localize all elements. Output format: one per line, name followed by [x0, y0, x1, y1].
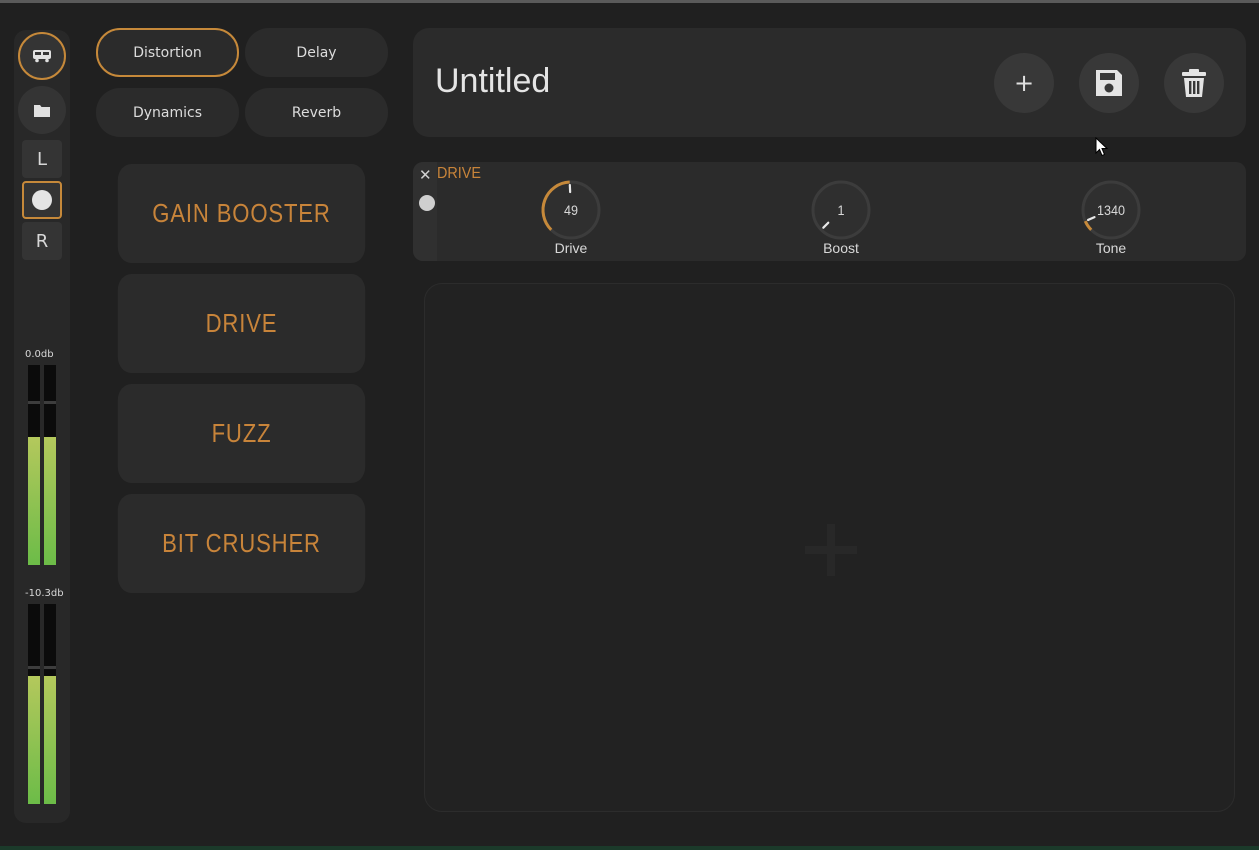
drive-label: Drive	[554, 240, 588, 256]
input-meter-left	[28, 365, 40, 565]
effect-drive[interactable]: DRIVE	[117, 274, 366, 373]
module-title: DRIVE	[437, 165, 482, 182]
tone-knob[interactable]: 1340 Tone	[1079, 178, 1143, 256]
mouse-cursor-icon	[1095, 137, 1109, 157]
boost-knob[interactable]: 1 Boost	[809, 178, 873, 256]
effect-fuzz[interactable]: FUZZ	[117, 384, 366, 483]
effect-bit-crusher[interactable]: BIT CRUSHER	[117, 494, 366, 593]
tone-label: Tone	[1095, 240, 1127, 256]
input-meter-label: 0.0db	[25, 349, 54, 360]
preset-title[interactable]: Untitled	[435, 62, 550, 101]
add-effect-plus-icon	[805, 524, 857, 576]
close-icon[interactable]: ✕	[419, 166, 432, 184]
bus-button[interactable]	[18, 32, 66, 80]
stereo-link-button[interactable]	[22, 181, 62, 219]
folder-button[interactable]	[18, 86, 66, 134]
stereo-dot-icon	[32, 190, 52, 210]
drive-knob[interactable]: 49 Drive	[539, 178, 603, 256]
window-bottom-border	[0, 846, 1259, 850]
folder-icon	[34, 104, 50, 117]
left-channel-button[interactable]: L	[22, 140, 62, 178]
window-top-border	[0, 0, 1259, 3]
right-channel-button[interactable]: R	[22, 222, 62, 260]
output-meter-right	[44, 604, 56, 804]
category-reverb[interactable]: Reverb	[245, 88, 388, 137]
category-delay[interactable]: Delay	[245, 28, 388, 77]
tone-value: 1340	[1096, 202, 1126, 218]
output-meter-label: -10.3db	[25, 588, 64, 599]
effect-gain-booster[interactable]: GAIN BOOSTER	[117, 164, 366, 263]
drive-value: 49	[563, 202, 579, 218]
module-bypass-toggle[interactable]	[419, 195, 435, 211]
save-icon	[1096, 70, 1122, 96]
output-meter-left	[28, 604, 40, 804]
io-rail: L R 0.0db -10.3db	[14, 30, 70, 823]
plus-icon: +	[1013, 69, 1035, 97]
input-meter-right	[44, 365, 56, 565]
bus-icon	[33, 50, 51, 63]
delete-button[interactable]	[1164, 53, 1224, 113]
save-button[interactable]	[1079, 53, 1139, 113]
category-distortion[interactable]: Distortion	[96, 28, 239, 77]
drive-module: ✕ DRIVE 49 Drive 1 Boost 1340 Tone	[413, 162, 1246, 261]
boost-value: 1	[837, 202, 845, 218]
boost-label: Boost	[823, 240, 859, 256]
category-dynamics[interactable]: Dynamics	[96, 88, 239, 137]
preset-header: Untitled +	[413, 28, 1246, 137]
trash-icon	[1182, 69, 1206, 97]
add-button[interactable]: +	[994, 53, 1054, 113]
effect-drop-area[interactable]	[424, 283, 1235, 812]
